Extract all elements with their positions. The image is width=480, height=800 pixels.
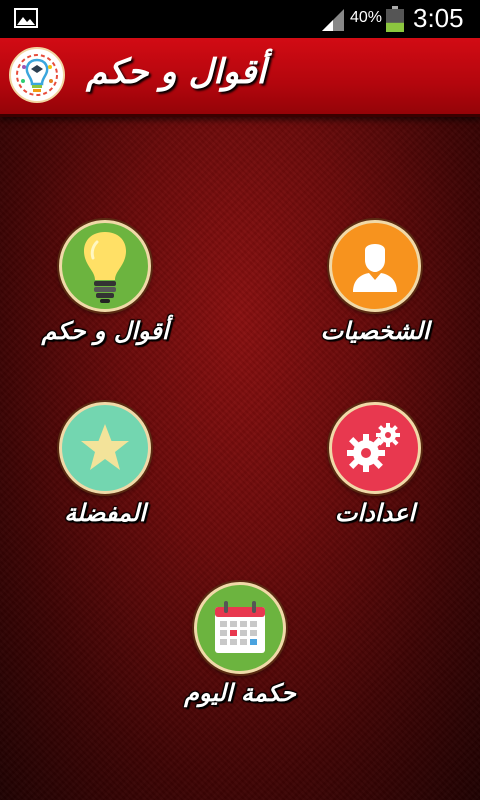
- menu-label-favorites: المفضلة: [64, 498, 146, 527]
- calendar-icon: [215, 601, 265, 653]
- status-bar: 40% 3:05: [0, 0, 480, 38]
- favorites-circle[interactable]: [59, 402, 151, 494]
- menu-item-settings[interactable]: اعدادات: [275, 402, 475, 527]
- menu-item-people[interactable]: الشخصيات: [275, 220, 475, 345]
- menu-label-people: الشخصيات: [320, 316, 430, 345]
- settings-circle[interactable]: [329, 402, 421, 494]
- battery-percent: 40%: [350, 9, 383, 26]
- app-logo[interactable]: [9, 47, 65, 103]
- screen: 40% 3:05 أقوال و حكم الشخصيات أقوال و حك…: [0, 0, 480, 800]
- daily-wisdom-circle[interactable]: [194, 582, 286, 674]
- quotes-circle[interactable]: [59, 220, 151, 312]
- menu-label-quotes: أقوال و حكم: [41, 316, 169, 345]
- lightbulb-icon: [83, 232, 127, 303]
- menu-item-daily-wisdom[interactable]: حكمة اليوم: [140, 582, 340, 707]
- menu-item-favorites[interactable]: المفضلة: [5, 402, 205, 527]
- menu-label-daily-wisdom: حكمة اليوم: [184, 678, 296, 707]
- person-icon: [353, 244, 397, 292]
- app-title: أقوال و حكم: [86, 52, 266, 92]
- signal-icon: [322, 9, 344, 31]
- lightbulb-logo-icon: [16, 54, 58, 96]
- app-bar: أقوال و حكم: [0, 38, 480, 117]
- gallery-icon: [14, 8, 38, 28]
- clock: 3:05: [413, 3, 464, 33]
- menu-label-settings: اعدادات: [334, 498, 416, 527]
- people-circle[interactable]: [329, 220, 421, 312]
- star-icon: [81, 424, 129, 470]
- menu-item-quotes[interactable]: أقوال و حكم: [5, 220, 205, 345]
- gears-icon: [347, 423, 400, 472]
- battery-icon: [386, 6, 404, 32]
